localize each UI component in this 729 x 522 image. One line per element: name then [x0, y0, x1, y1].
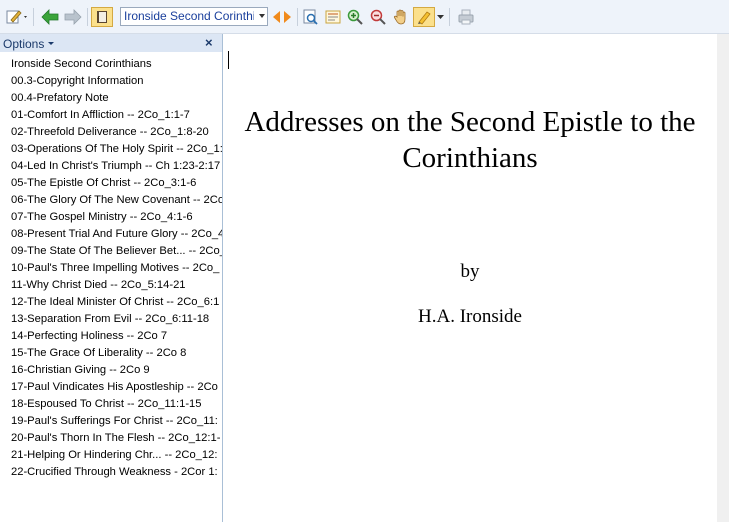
list-item[interactable]: 14-Perfecting Holiness -- 2Co 7: [0, 328, 222, 345]
list-item[interactable]: 17-Paul Vindicates His Apostleship -- 2C…: [0, 379, 222, 396]
book-selector-value: Ironside Second Corinthi: [124, 9, 254, 23]
list-item[interactable]: 19-Paul's Sufferings For Christ -- 2Co_1…: [0, 413, 222, 430]
list-item[interactable]: 00.3-Copyright Information: [0, 73, 222, 90]
find-in-page-icon[interactable]: [301, 7, 321, 27]
list-item[interactable]: 13-Separation From Evil -- 2Co_6:11-18: [0, 311, 222, 328]
vertical-scrollbar[interactable]: [717, 34, 729, 522]
list-item[interactable]: 00.4-Prefatory Note: [0, 90, 222, 107]
list-item[interactable]: 11-Why Christ Died -- 2Co_5:14-21: [0, 277, 222, 294]
document-title: Addresses on the Second Epistle to the C…: [244, 106, 696, 174]
author-name: H.A. Ironside: [418, 306, 522, 327]
options-menu[interactable]: Options: [3, 37, 44, 51]
sidebar-header: Options ×: [0, 34, 222, 52]
list-item[interactable]: 03-Operations Of The Holy Spirit -- 2Co_…: [0, 141, 222, 158]
close-icon[interactable]: ×: [205, 35, 213, 50]
list-item[interactable]: 09-The State Of The Believer Bet... -- 2…: [0, 243, 222, 260]
list-item[interactable]: 10-Paul's Three Impelling Motives -- 2Co…: [0, 260, 222, 277]
forward-arrow-icon[interactable]: [63, 7, 83, 27]
list-item[interactable]: Ironside Second Corinthians: [0, 56, 222, 73]
list-item[interactable]: 08-Present Trial And Future Glory -- 2Co…: [0, 226, 222, 243]
list-item[interactable]: 12-The Ideal Minister Of Christ -- 2Co_6…: [0, 294, 222, 311]
list-item[interactable]: 01-Comfort In Affliction -- 2Co_1:1-7: [0, 107, 222, 124]
list-item[interactable]: 22-Crucified Through Weakness - 2Cor 1:: [0, 464, 222, 481]
toolbar-separator: [87, 8, 88, 26]
book-selector[interactable]: Ironside Second Corinthi: [120, 7, 268, 26]
toolbar-separator: [449, 8, 450, 26]
document-view[interactable]: Addresses on the Second Epistle to the C…: [223, 34, 717, 522]
list-item[interactable]: 21-Helping Or Hindering Chr... -- 2Co_12…: [0, 447, 222, 464]
highlighter-icon[interactable]: [413, 7, 435, 27]
list-item[interactable]: 07-The Gospel Ministry -- 2Co_4:1-6: [0, 209, 222, 226]
list-item[interactable]: 18-Espoused To Christ -- 2Co_11:1-15: [0, 396, 222, 413]
hand-pan-icon[interactable]: [391, 7, 411, 27]
byline-label: by: [460, 261, 480, 282]
print-icon[interactable]: [455, 7, 477, 27]
list-item[interactable]: 15-The Grace Of Liberality -- 2Co 8: [0, 345, 222, 362]
list-item[interactable]: 16-Christian Giving -- 2Co 9: [0, 362, 222, 379]
prev-next-book-icon[interactable]: [271, 7, 293, 27]
zoom-out-icon[interactable]: [368, 7, 388, 27]
toolbar-separator: [297, 8, 298, 26]
toolbar-separator: [33, 8, 34, 26]
list-item[interactable]: 02-Threefold Deliverance -- 2Co_1:8-20: [0, 124, 222, 141]
list-item[interactable]: 05-The Epistle Of Christ -- 2Co_3:1-6: [0, 175, 222, 192]
list-item[interactable]: 20-Paul's Thorn In The Flesh -- 2Co_12:1…: [0, 430, 222, 447]
topic-list: Ironside Second Corinthians 00.3-Copyrig…: [0, 56, 222, 481]
list-item[interactable]: 06-The Glory Of The New Covenant -- 2Co: [0, 192, 222, 209]
chevron-down-icon: [48, 42, 54, 45]
back-arrow-icon[interactable]: [40, 7, 60, 27]
text-cursor: [228, 51, 229, 69]
format-lines-icon[interactable]: [323, 7, 343, 27]
toolbar: Ironside Second Corinthi: [0, 0, 729, 34]
chevron-down-icon[interactable]: [436, 7, 444, 27]
book-icon[interactable]: [91, 7, 113, 27]
edit-pen-icon[interactable]: [5, 7, 29, 27]
sidebar: Options × Ironside Second Corinthians 00…: [0, 34, 223, 522]
list-item[interactable]: 04-Led In Christ's Triumph -- Ch 1:23-2:…: [0, 158, 222, 175]
chevron-down-icon: [259, 14, 265, 18]
zoom-in-icon[interactable]: [345, 7, 365, 27]
